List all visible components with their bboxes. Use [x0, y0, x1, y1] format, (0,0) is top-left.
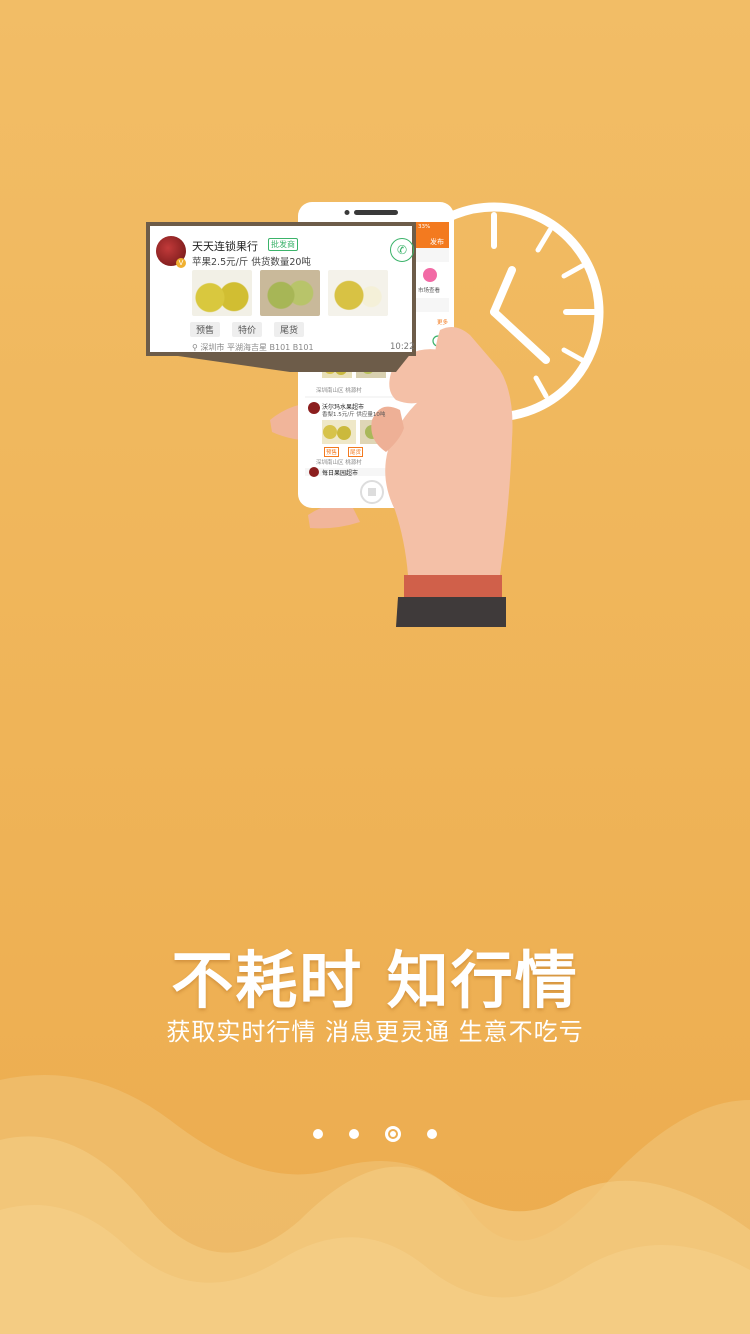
chip-special-price[interactable]: 特价	[232, 322, 263, 337]
phone-call-icon[interactable]: ✆	[390, 238, 414, 262]
listing-location-text: 深圳市 平湖海吉星 B101 B101	[200, 343, 314, 352]
decorative-waves	[0, 1075, 750, 1334]
phone-top-location: 深圳南山区 桃源村	[316, 388, 362, 394]
pager-dot[interactable]	[427, 1129, 437, 1139]
chip-presale[interactable]: 预售	[190, 322, 221, 337]
phone-battery: 33%	[418, 224, 431, 230]
phone-listing-location: 深圳南山区 桃源村	[316, 460, 362, 466]
phone-listing-chip: 尾货	[348, 447, 364, 457]
page-headline: 不耗时 知行情	[171, 944, 579, 1017]
location-pin-icon: ⚲	[192, 343, 198, 352]
pager-dot[interactable]	[313, 1129, 323, 1139]
product-info: 苹果2.5元/斤 供货数量20吨	[192, 257, 311, 268]
phone-listing-info: 香梨1.5元/斤 供应量10吨	[322, 412, 386, 418]
listing-popup-card[interactable]: V 天天连锁果行 批发商 ✆ 苹果2.5元/斤 供货数量20吨 预售 特价 尾货…	[146, 222, 416, 356]
pager-dot-active[interactable]	[385, 1126, 401, 1142]
pager-dot[interactable]	[349, 1129, 359, 1139]
listing-location: ⚲ 深圳市 平湖海吉星 B101 B101	[192, 342, 314, 353]
listing-time: 10:22	[390, 342, 415, 352]
product-photo[interactable]	[192, 270, 252, 316]
page-indicator	[0, 1122, 750, 1146]
seller-tag: 批发商	[268, 238, 298, 251]
vip-badge-icon: V	[176, 258, 186, 268]
page-subheadline: 获取实时行情 消息更灵通 生意不吃亏	[166, 1018, 584, 1046]
chip-leftover[interactable]: 尾货	[274, 322, 305, 337]
phone-market-label[interactable]: 市场查看	[418, 286, 440, 294]
product-photo[interactable]	[328, 270, 388, 316]
phone-listing-chip: 预售	[324, 447, 340, 457]
phone-more-link[interactable]: 更多	[437, 318, 448, 326]
phone-listing-name[interactable]: 每日果园超市	[322, 468, 358, 477]
product-photo[interactable]	[260, 270, 320, 316]
home-button-icon	[368, 488, 376, 496]
seller-name[interactable]: 天天连锁果行	[192, 238, 258, 254]
phone-publish-button[interactable]: 发布	[430, 237, 444, 247]
